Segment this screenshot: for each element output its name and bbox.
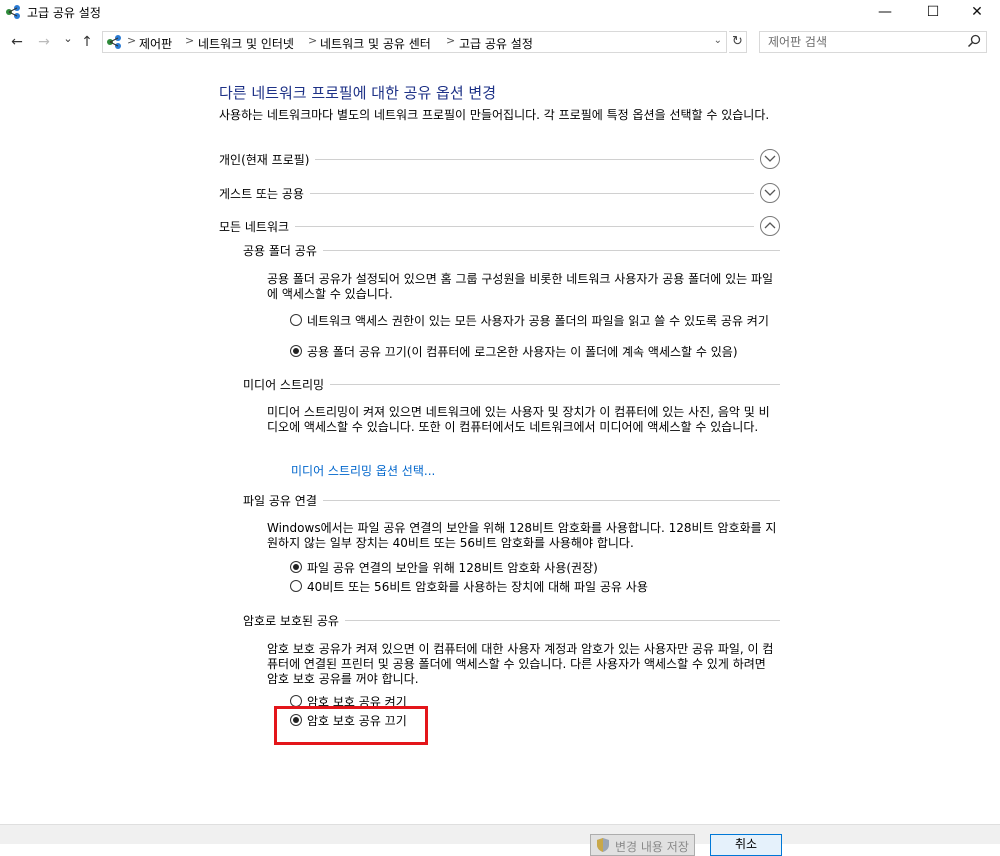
title-bar: 고급 공유 설정 — ☐ ✕: [0, 0, 1000, 26]
page-description: 사용하는 네트워크마다 별도의 네트워크 프로필이 만들어집니다. 각 프로필에…: [219, 108, 770, 122]
back-button[interactable]: ←: [9, 34, 25, 50]
collapse-chevron-icon[interactable]: [760, 216, 780, 236]
radio-public-folder-off[interactable]: 공용 폴더 공유 끄기(이 컴퓨터에 로그온한 사용자는 이 폴더에 계속 액세…: [290, 345, 780, 359]
address-bar[interactable]: > 제어판 > 네트워크 및 인터넷 > 네트워크 및 공유 센터 > 고급 공…: [102, 31, 727, 53]
page-title: 다른 네트워크 프로필에 대한 공유 옵션 변경: [219, 84, 497, 102]
radio-encryption-40-56[interactable]: 40비트 또는 56비트 암호화를 사용하는 장치에 대해 파일 공유 사용: [290, 580, 780, 594]
radio-button[interactable]: [290, 580, 302, 592]
recent-locations-button[interactable]: ⌄: [60, 31, 76, 47]
radio-public-folder-on[interactable]: 네트워크 액세스 권한이 있는 모든 사용자가 공용 폴더의 파일을 읽고 쓸 …: [290, 314, 780, 342]
breadcrumb-network-sharing-center[interactable]: 네트워크 및 공유 센터: [320, 35, 431, 52]
cancel-button[interactable]: 취소: [710, 834, 782, 856]
profile-guest-public[interactable]: 게스트 또는 공용: [219, 183, 780, 205]
search-icon[interactable]: [967, 34, 981, 48]
control-panel-icon: [107, 35, 121, 49]
profile-label[interactable]: 게스트 또는 공용: [219, 185, 310, 202]
section-password-sharing: 암호로 보호된 공유: [243, 612, 780, 629]
forward-button[interactable]: →: [36, 34, 52, 50]
save-changes-button[interactable]: 변경 내용 저장: [590, 834, 695, 856]
section-public-folder: 공용 폴더 공유: [243, 242, 780, 259]
media-streaming-options-link[interactable]: 미디어 스트리밍 옵션 선택...: [291, 462, 435, 479]
section-description: 미디어 스트리밍이 켜져 있으면 네트워크에 있는 사용자 및 장치가 이 컴퓨…: [267, 405, 770, 434]
section-heading: 암호로 보호된 공유: [243, 612, 345, 629]
divider: [243, 250, 780, 251]
section-heading: 미디어 스트리밍: [243, 376, 331, 393]
breadcrumb-advanced-sharing[interactable]: 고급 공유 설정: [459, 35, 533, 52]
highlight-annotation-box: [274, 706, 428, 745]
profile-label[interactable]: 모든 네트워크: [219, 218, 296, 235]
profile-label[interactable]: 개인(현재 프로필): [219, 151, 316, 168]
window-title: 고급 공유 설정: [27, 6, 101, 20]
search-box[interactable]: [759, 31, 987, 53]
breadcrumb-network-internet[interactable]: 네트워크 및 인터넷: [198, 35, 294, 52]
radio-button-selected[interactable]: [290, 345, 302, 357]
address-dropdown-icon[interactable]: ⌄: [714, 35, 722, 46]
uac-shield-icon: [597, 838, 609, 852]
radio-label[interactable]: 네트워크 액세스 권한이 있는 모든 사용자가 공용 폴더의 파일을 읽고 쓸 …: [307, 314, 777, 328]
maximize-button[interactable]: ☐: [910, 0, 956, 26]
section-heading: 공용 폴더 공유: [243, 242, 323, 259]
breadcrumb-separator: >: [127, 34, 137, 47]
section-description: Windows에서는 파일 공유 연결의 보안을 위해 128비트 암호화를 사…: [267, 521, 777, 550]
radio-encryption-128[interactable]: 파일 공유 연결의 보안을 위해 128비트 암호화 사용(권장): [290, 561, 780, 575]
bottom-bar: [0, 824, 1000, 844]
breadcrumb-separator: >: [308, 34, 318, 47]
minimize-button[interactable]: —: [862, 0, 908, 26]
search-input[interactable]: [768, 34, 958, 50]
save-button-label: 변경 내용 저장: [615, 840, 689, 854]
close-button[interactable]: ✕: [954, 0, 1000, 26]
section-heading: 파일 공유 연결: [243, 492, 323, 509]
section-media-streaming: 미디어 스트리밍: [243, 376, 780, 393]
breadcrumb-control-panel[interactable]: 제어판: [139, 35, 172, 52]
divider: [243, 500, 780, 501]
profile-private[interactable]: 개인(현재 프로필): [219, 149, 780, 171]
divider: [219, 226, 754, 227]
up-button[interactable]: ↑: [79, 34, 95, 50]
radio-button[interactable]: [290, 314, 302, 326]
radio-label[interactable]: 공용 폴더 공유 끄기(이 컴퓨터에 로그온한 사용자는 이 폴더에 계속 액세…: [307, 345, 787, 359]
network-sharing-icon: [6, 5, 20, 19]
expand-chevron-icon[interactable]: [760, 149, 780, 169]
section-description: 공용 폴더 공유가 설정되어 있으면 홈 그룹 구성원을 비롯한 네트워크 사용…: [267, 272, 774, 301]
section-description: 암호 보호 공유가 켜져 있으면 이 컴퓨터에 대한 사용자 계정과 암호가 있…: [267, 642, 774, 686]
refresh-button[interactable]: ↻: [729, 31, 747, 53]
profile-all-networks[interactable]: 모든 네트워크: [219, 216, 780, 238]
section-file-sharing: 파일 공유 연결: [243, 492, 780, 509]
radio-label[interactable]: 파일 공유 연결의 보안을 위해 128비트 암호화 사용(권장): [307, 561, 777, 575]
radio-label[interactable]: 40비트 또는 56비트 암호화를 사용하는 장치에 대해 파일 공유 사용: [307, 580, 777, 594]
breadcrumb-separator: >: [446, 34, 456, 47]
expand-chevron-icon[interactable]: [760, 183, 780, 203]
breadcrumb-separator: >: [185, 34, 195, 47]
radio-button-selected[interactable]: [290, 561, 302, 573]
